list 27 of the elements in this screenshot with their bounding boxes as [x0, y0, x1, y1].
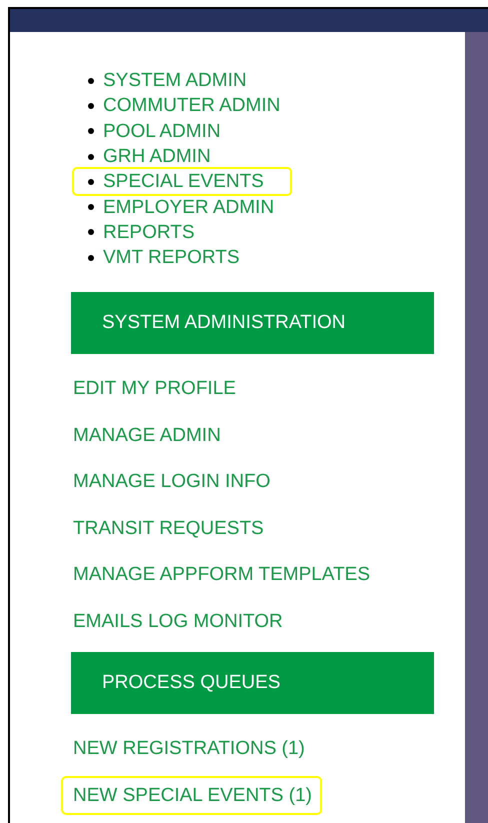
bullet-icon	[88, 78, 94, 84]
section-header: PROCESS QUEUES	[71, 652, 434, 714]
menu-label: SPECIAL EVENTS	[103, 172, 264, 192]
bullet-icon	[88, 204, 94, 210]
nav-link[interactable]: TRANSIT REQUESTS	[61, 508, 274, 548]
menu-label: EMPLOYER ADMIN	[103, 198, 274, 217]
bullet-icon	[88, 254, 94, 261]
bullet-icon	[88, 178, 94, 185]
bullet-icon	[88, 154, 94, 160]
menu-label: POOL ADMIN	[103, 122, 221, 141]
nav-link[interactable]: EDIT MY PROFILE	[61, 369, 246, 408]
bullet-icon	[88, 128, 94, 134]
nav-link[interactable]: MANAGE APPFORM TEMPLATES	[61, 555, 380, 594]
section-header: SYSTEM ADMINISTRATION	[71, 292, 434, 354]
bullet-icon	[88, 102, 94, 109]
menu-label: REPORTS	[103, 222, 195, 242]
nav-link[interactable]: MANAGE ADMIN	[61, 416, 231, 455]
nav-link[interactable]: NEW REGISTRATIONS (1)	[61, 729, 315, 768]
nav-link[interactable]: EMAILS LOG MONITOR	[61, 602, 293, 641]
menu-link[interactable]: SPECIAL EVENTS	[72, 167, 292, 196]
nav-link[interactable]: NEW SPECIAL EVENTS (1)	[61, 776, 322, 815]
menu-label: VMT REPORTS	[103, 248, 240, 268]
menu-label: COMMUTER ADMIN	[103, 96, 280, 116]
nav-link[interactable]: MANAGE LOGIN INFO	[61, 462, 280, 502]
menu-label: SYSTEM ADMIN	[103, 71, 247, 90]
bullet-icon	[88, 229, 94, 236]
menu-label: GRH ADMIN	[103, 147, 211, 166]
